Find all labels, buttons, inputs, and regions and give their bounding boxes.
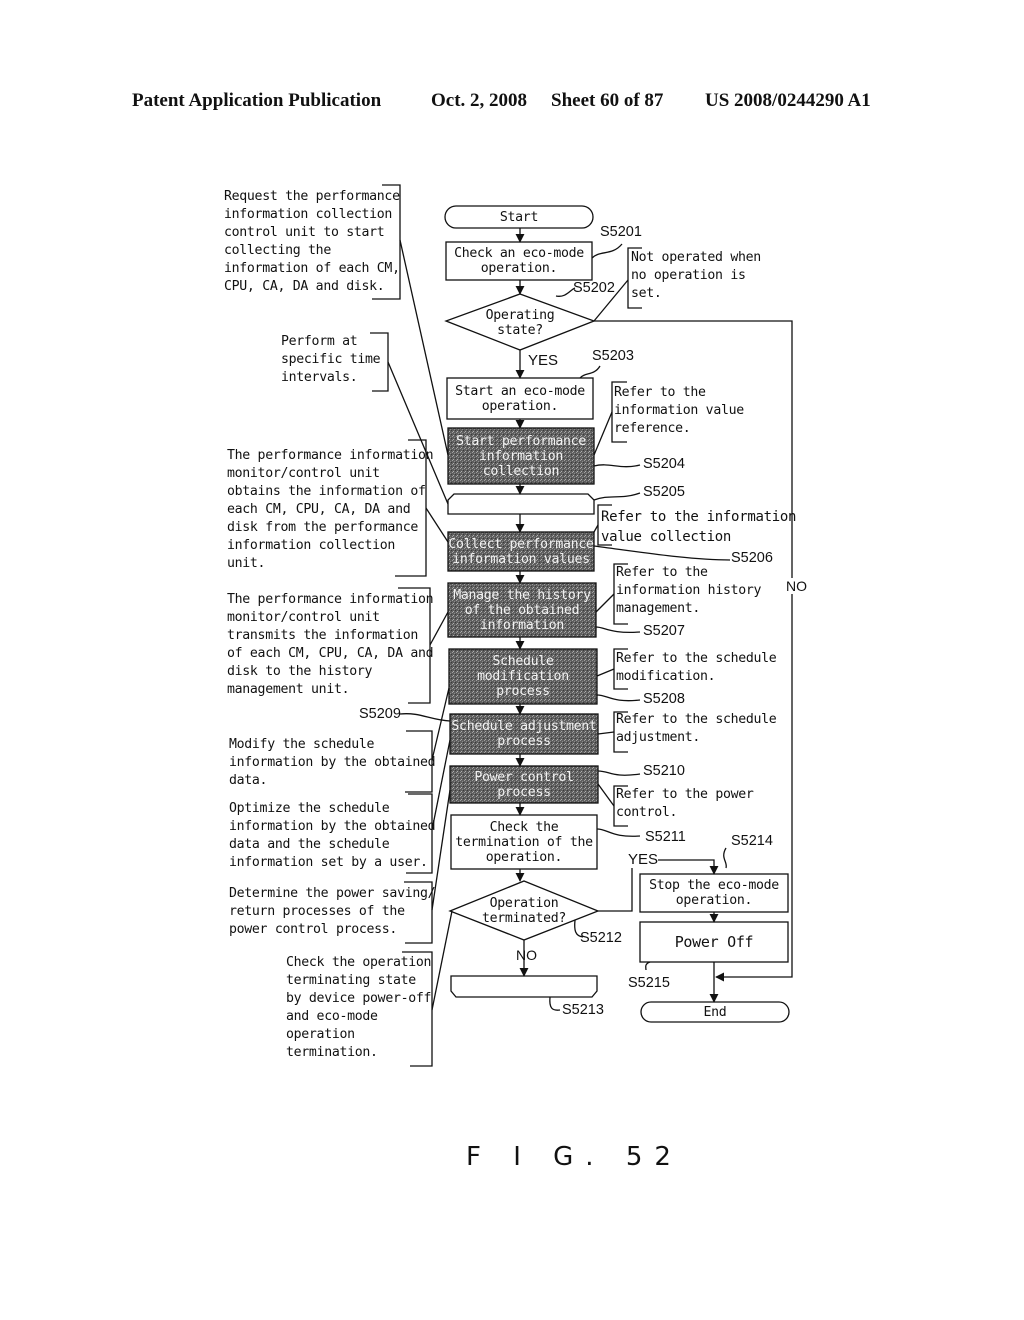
step-s5210: S5210 [643, 763, 685, 779]
no-label-operating: NO [786, 578, 807, 594]
note-request-collection: Request the performance information coll… [224, 189, 400, 294]
start-perf-label: Start performance information collection [456, 433, 586, 479]
manage-history-label: Manage the history of the obtained infor… [453, 587, 591, 633]
note-value-collection: Refer to the information value collectio… [601, 509, 797, 545]
note-time-intervals: Perform at specific time intervals. [281, 334, 381, 385]
note-schedule-adjustment: Refer to the schedule adjustment. [616, 712, 777, 745]
note-check-terminating: Check the operation terminating state by… [286, 955, 432, 1060]
note-history-management: Refer to the information history managem… [616, 565, 762, 616]
step-s5208: S5208 [643, 691, 685, 707]
step-s5202: S5202 [573, 280, 615, 296]
step-s5205: S5205 [643, 484, 685, 500]
schedule-mod-label: Schedule modification process [477, 654, 569, 699]
note-schedule-modification: Refer to the schedule modification. [616, 651, 777, 684]
schedule-adj-label: Schedule adjustment process [451, 719, 597, 749]
step-s5212: S5212 [580, 930, 622, 946]
step-s5213: S5213 [562, 1002, 604, 1018]
note-not-operated: Not operated when no operation is set. [631, 250, 761, 301]
note-modify-schedule: Modify the schedule information by the o… [229, 737, 436, 788]
loop-start-box [447, 493, 595, 515]
step-s5204: S5204 [643, 456, 685, 472]
note-determine-power: Determine the power saving/ return proce… [229, 886, 436, 937]
step-s5209: S5209 [359, 706, 401, 722]
step-s5201: S5201 [600, 224, 642, 240]
power-control-label: Power control process [474, 769, 574, 800]
step-s5211: S5211 [645, 829, 686, 845]
power-off-label: Power Off [674, 932, 754, 951]
note-transmits-info: The performance information monitor/cont… [227, 592, 434, 697]
check-termination-label: Check the termination of the operation. [455, 819, 593, 865]
loop-end-box [450, 975, 598, 998]
note-power-control: Refer to the power control. [616, 787, 754, 820]
figure-label: F I G. 52 [466, 1142, 683, 1172]
step-s5203: S5203 [592, 348, 634, 364]
collect-perf-label: Collect performance information values [448, 536, 594, 567]
stop-eco-label: Stop the eco-mode operation. [649, 878, 779, 908]
no-label-terminated: NO [516, 947, 537, 963]
yes-label-operating: YES [528, 352, 559, 369]
end-label: End [703, 1004, 727, 1020]
step-s5215: S5215 [628, 975, 670, 991]
operating-state-label: Operating state? [485, 308, 555, 338]
note-value-reference: Refer to the information value reference… [614, 385, 744, 436]
note-optimize-schedule: Optimize the schedule information by the… [229, 801, 436, 870]
note-obtains-info: The performance information monitor/cont… [227, 448, 434, 571]
start-eco-label: Start an eco-mode operation. [455, 383, 585, 414]
check-eco-label: Check an eco-mode operation. [454, 246, 584, 276]
start-label: Start [499, 209, 539, 225]
yes-label-terminated: YES [628, 851, 659, 868]
operation-terminated-label: Operation terminated? [481, 896, 567, 926]
step-s5214: S5214 [731, 833, 773, 849]
step-s5207: S5207 [643, 623, 685, 639]
